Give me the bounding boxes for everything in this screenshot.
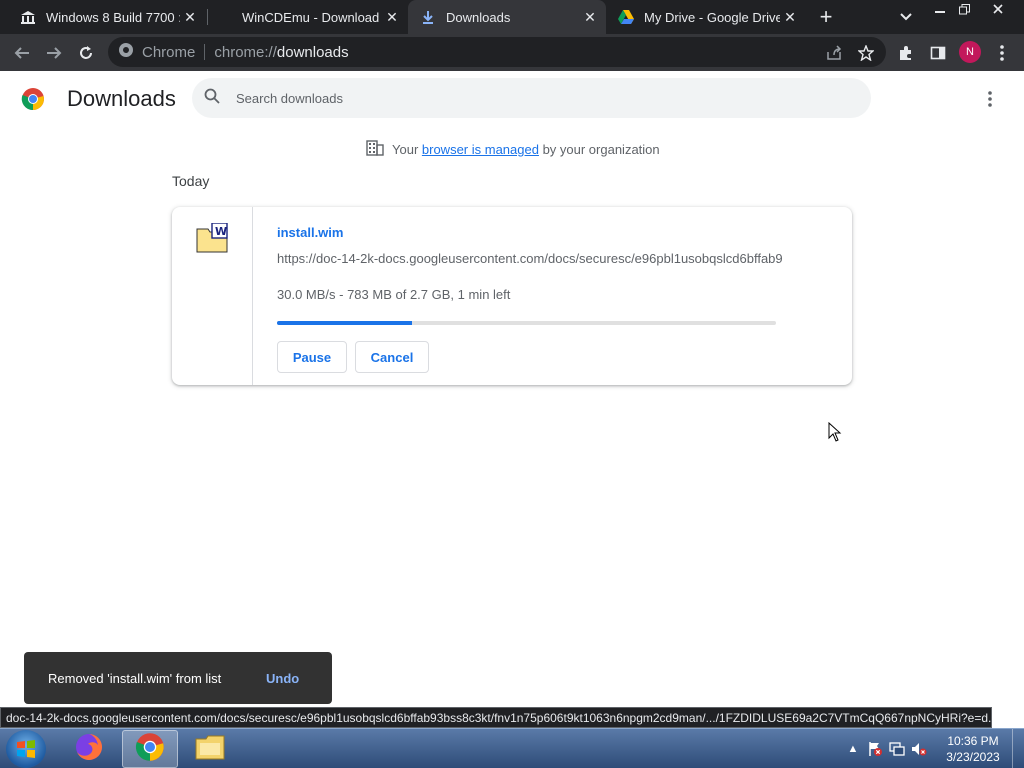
more-options-icon[interactable]	[978, 87, 1002, 111]
extensions-icon[interactable]	[892, 39, 920, 67]
cancel-button[interactable]: Cancel	[355, 341, 429, 373]
file-source-url-text: https://doc-14-2k-docs.googleusercontent…	[277, 251, 782, 266]
system-tray: ▲	[842, 729, 930, 768]
file-source-url[interactable]: https://doc-14-2k-docs.googleusercontent…	[277, 251, 782, 266]
taskbar-chrome[interactable]	[122, 730, 178, 768]
taskbar-clock[interactable]: 10:36 PM 3/23/2023	[940, 733, 1006, 765]
link-status-bubble: doc-14-2k-docs.googleusercontent.com/doc…	[0, 707, 992, 728]
share-icon[interactable]	[820, 39, 848, 67]
address-bar[interactable]: Chrome chrome://downloads	[108, 37, 886, 67]
download-progress-fill	[277, 321, 412, 325]
show-hidden-icons-icon[interactable]: ▲	[842, 739, 864, 759]
start-button[interactable]	[6, 730, 46, 768]
download-item-card: W install.wim https://doc-14-2k-docs.goo…	[172, 207, 852, 385]
tab-strip: Windows 8 Build 7700 : M ✕ WinCDEmu - Do…	[0, 0, 1024, 34]
action-center-flag-icon[interactable]	[864, 739, 886, 759]
clock-time: 10:36 PM	[947, 734, 999, 748]
side-panel-icon[interactable]	[924, 39, 952, 67]
download-icon	[420, 9, 436, 25]
page-title: Downloads	[67, 86, 176, 111]
restore-icon[interactable]	[950, 0, 978, 18]
tab-wincdemu-download[interactable]: WinCDEmu - Download ✕	[230, 0, 408, 34]
download-progress-bar	[277, 321, 776, 325]
browser-managed-link[interactable]: browser is managed	[422, 142, 539, 157]
show-desktop-button[interactable]	[1012, 729, 1024, 768]
institution-icon	[20, 9, 36, 25]
section-date-header: Today	[172, 173, 210, 189]
close-icon[interactable]: ✕	[780, 7, 800, 27]
close-window-icon[interactable]	[984, 0, 1012, 18]
tab-search-chevron-icon[interactable]	[894, 5, 918, 29]
tab-label: Downloads	[446, 9, 511, 25]
chrome-scheme-icon	[118, 42, 134, 62]
tab-label: My Drive - Google Drive	[644, 9, 780, 25]
volume-muted-icon[interactable]	[908, 739, 930, 759]
back-icon[interactable]	[8, 39, 36, 67]
taskbar-firefox[interactable]	[61, 730, 117, 768]
profile-avatar[interactable]: N	[959, 41, 981, 63]
file-name-link[interactable]: install.wim	[277, 225, 343, 240]
windows-taskbar: ▲ 10:36 PM 3/23/2023	[0, 728, 1024, 768]
close-icon[interactable]: ✕	[180, 7, 200, 27]
tab-my-drive[interactable]: My Drive - Google Drive ✕	[606, 0, 806, 34]
reload-icon[interactable]	[72, 39, 100, 67]
toast-message: Removed 'install.wim' from list	[48, 670, 222, 686]
building-icon	[366, 140, 384, 159]
chrome-logo-icon	[21, 87, 45, 111]
close-icon[interactable]: ✕	[382, 7, 402, 27]
bookmark-star-icon[interactable]	[852, 39, 880, 67]
search-icon	[204, 88, 220, 109]
search-input[interactable]	[236, 90, 836, 106]
google-drive-icon	[618, 9, 634, 25]
removed-toast: Removed 'install.wim' from list Undo	[24, 652, 332, 704]
undo-button[interactable]: Undo	[266, 671, 299, 686]
tab-label: Windows 8 Build 7700 : M	[46, 9, 180, 25]
downloads-page: Downloads Your browser is managed by you…	[0, 71, 1024, 728]
firefox-icon	[74, 732, 104, 767]
svg-text:W: W	[215, 225, 227, 238]
forward-icon[interactable]	[40, 39, 68, 67]
managed-prefix: Your	[392, 142, 422, 157]
clock-date: 3/23/2023	[946, 750, 1000, 764]
pause-button[interactable]: Pause	[277, 341, 347, 373]
tab-separator	[207, 9, 208, 25]
wim-file-icon: W	[196, 222, 228, 253]
file-explorer-icon	[194, 733, 226, 766]
chrome-icon	[135, 732, 165, 767]
download-status: 30.0 MB/s - 783 MB of 2.7 GB, 1 min left	[277, 287, 511, 302]
search-box	[192, 78, 871, 118]
url-host: downloads	[276, 43, 349, 61]
browser-toolbar: Chrome chrome://downloads N	[0, 34, 1024, 71]
taskbar-file-explorer[interactable]	[182, 730, 238, 768]
new-tab-button[interactable]: +	[814, 4, 838, 29]
chrome-menu-icon[interactable]	[988, 39, 1016, 67]
tab-downloads[interactable]: Downloads ✕	[408, 0, 606, 34]
managed-notice: Your browser is managed by your organiza…	[366, 140, 660, 159]
file-icon-column: W	[172, 207, 253, 385]
omnibox-divider	[204, 44, 206, 60]
network-icon[interactable]	[886, 739, 908, 759]
mouse-cursor-icon	[828, 421, 842, 442]
tab-label: WinCDEmu - Download	[242, 9, 380, 25]
close-icon[interactable]: ✕	[580, 7, 600, 27]
downloads-header: Downloads	[0, 71, 1024, 127]
url-prefix: chrome://	[214, 43, 277, 61]
tab-windows-8-build[interactable]: Windows 8 Build 7700 : M ✕	[8, 0, 206, 34]
scheme-chip-label: Chrome	[142, 43, 196, 61]
managed-suffix: by your organization	[538, 142, 660, 157]
